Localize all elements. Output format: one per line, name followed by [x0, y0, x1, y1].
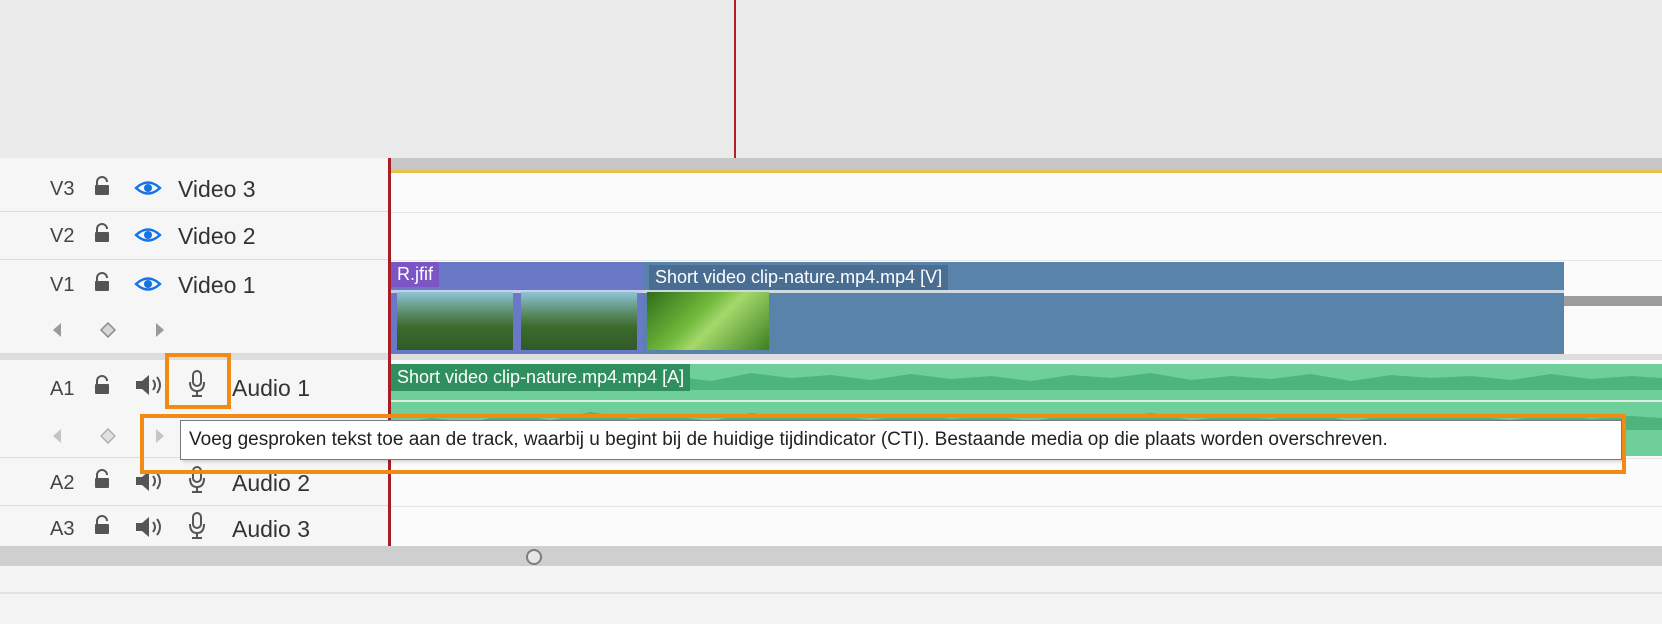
clip-fx-line: [643, 290, 1564, 293]
track-name[interactable]: Video 2: [178, 223, 256, 250]
lock-icon[interactable]: [93, 176, 111, 196]
playhead[interactable]: [388, 158, 391, 546]
lock-icon[interactable]: [93, 375, 111, 395]
track-id: A2: [50, 472, 75, 494]
bottom-divider: [0, 592, 1662, 594]
track-divider: [388, 260, 1662, 261]
next-keyframe-icon[interactable]: [155, 322, 165, 338]
track-name[interactable]: Video 3: [178, 176, 256, 203]
track-headers: V3 Video 3 V2 Video 2 V1 Video 1 A1 Audi…: [0, 158, 388, 546]
microphone-icon[interactable]: [188, 512, 206, 540]
track-divider: [388, 212, 1662, 213]
clip-name: Short video clip-nature.mp4.mp4 [A]: [391, 364, 691, 391]
track-id: A1: [50, 378, 75, 400]
add-keyframe-icon[interactable]: [100, 428, 116, 444]
highlight-tooltip: [140, 414, 1626, 474]
video-audio-divider[interactable]: [0, 354, 1662, 360]
lock-icon[interactable]: [93, 223, 111, 243]
clip-name: Short video clip-nature.mp4.mp4 [V]: [649, 265, 949, 290]
track-name[interactable]: Audio 1: [232, 375, 310, 402]
track-id: V1: [50, 274, 75, 296]
track-header-a3: A3 Audio 3: [0, 506, 388, 546]
scrollbar-handle[interactable]: [526, 549, 542, 565]
track-divider: [388, 506, 1662, 507]
eye-icon[interactable]: [134, 180, 162, 196]
track-name[interactable]: Video 1: [178, 272, 256, 299]
prev-keyframe-icon[interactable]: [52, 322, 62, 338]
work-area-bar[interactable]: [388, 170, 1662, 173]
track-name[interactable]: Audio 2: [232, 470, 310, 497]
speaker-icon[interactable]: [134, 372, 164, 398]
lock-icon[interactable]: [93, 272, 111, 292]
bottom-panel: [0, 566, 1662, 624]
clip-trail: [1564, 296, 1662, 306]
highlight-microphone: [165, 353, 231, 409]
clip-thumbnail: [521, 292, 637, 350]
clip-thumbnail: [397, 292, 513, 350]
playhead-line-top: [734, 0, 736, 158]
track-header-v1: V1 Video 1: [0, 260, 388, 354]
add-keyframe-icon[interactable]: [100, 322, 116, 338]
prev-keyframe-icon[interactable]: [52, 428, 62, 444]
lock-icon[interactable]: [93, 469, 111, 489]
track-name[interactable]: Audio 3: [232, 516, 310, 543]
premiere-timeline: V3 Video 3 V2 Video 2 V1 Video 1 A1 Audi…: [0, 0, 1662, 624]
eye-icon[interactable]: [134, 227, 162, 243]
lock-icon[interactable]: [93, 515, 111, 535]
track-header-v3: V3 Video 3: [0, 158, 388, 212]
track-id: V3: [50, 178, 75, 200]
timeline-scrollbar[interactable]: [0, 546, 1662, 566]
track-id: V2: [50, 225, 75, 247]
clip-name: R.jfif: [391, 262, 439, 287]
track-header-v2: V2 Video 2: [0, 212, 388, 260]
program-area: [0, 0, 1662, 158]
eye-icon[interactable]: [134, 276, 162, 292]
image-clip[interactable]: R.jfif: [391, 262, 643, 354]
speaker-icon[interactable]: [134, 514, 164, 540]
track-id: A3: [50, 518, 75, 540]
clip-thumbnail: [647, 292, 769, 350]
